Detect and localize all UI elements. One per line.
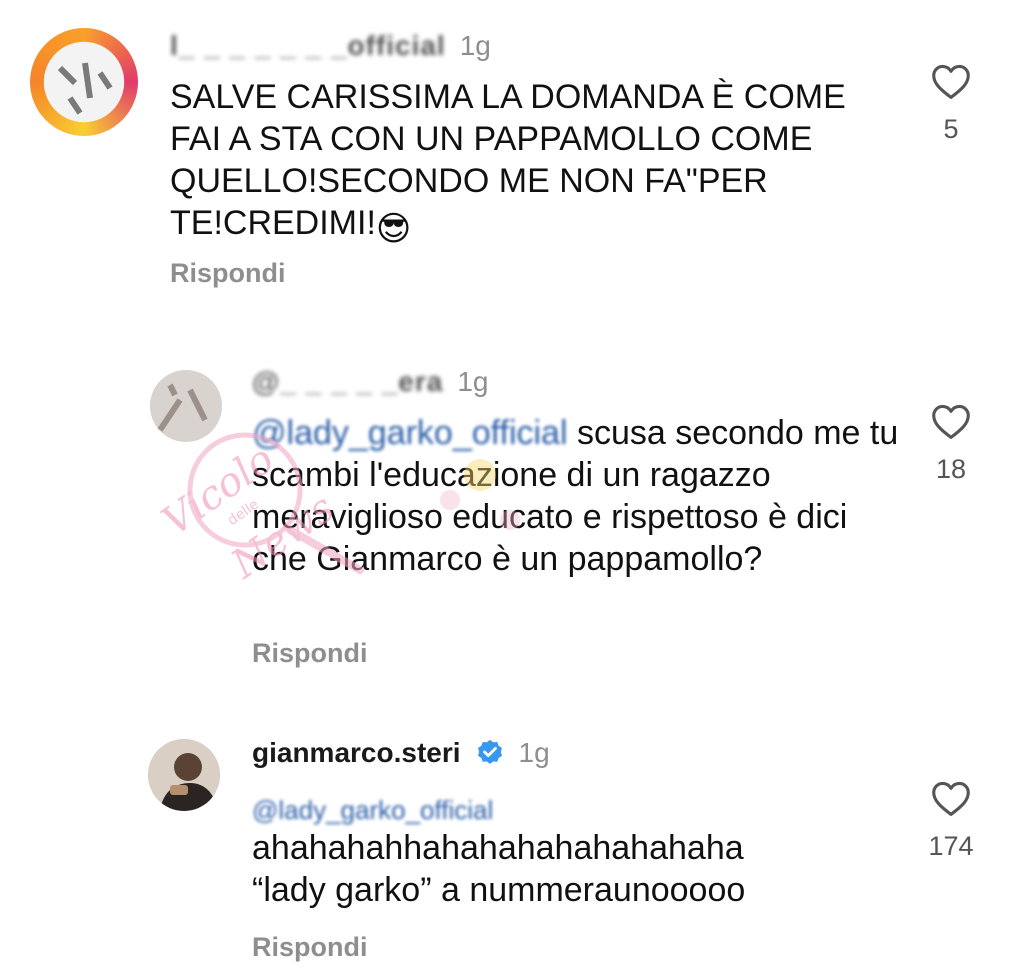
username[interactable]: l_ _ _ _ _ _ _official: [170, 30, 446, 62]
comment-text-line-1: ahahahahhahahahahahahahaha: [252, 829, 744, 867]
mention-link[interactable]: @lady_garko_official: [252, 414, 568, 452]
reply-button[interactable]: Rispondi: [252, 932, 368, 963]
sunglasses-emoji-icon: 😎: [375, 210, 412, 248]
comment-text: @lady_garko_official scusa secondo me tu…: [252, 412, 902, 580]
avatar[interactable]: [30, 28, 138, 136]
heart-outline-icon: [932, 781, 970, 816]
avatar-image: [44, 42, 124, 122]
comment-2: @_ _ _ _ _era 1g @lady_garko_official sc…: [0, 340, 1024, 690]
timestamp: 1g: [459, 30, 491, 61]
like-button[interactable]: 5: [921, 62, 981, 145]
comment-header: gianmarco.steri 1g: [252, 737, 550, 769]
avatar[interactable]: [150, 370, 222, 442]
heart-outline-icon: [932, 404, 970, 439]
heart-outline-icon: [932, 64, 970, 99]
comment-text: SALVE CARISSIMA LA DOMANDA È COME FAI A …: [170, 76, 890, 250]
avatar-image: [148, 739, 220, 811]
username[interactable]: gianmarco.steri: [252, 737, 461, 769]
comment-text-line-2: “lady garko” a nummeraunooooo: [252, 871, 746, 909]
like-count: 18: [935, 454, 967, 484]
like-button[interactable]: 174: [921, 779, 981, 862]
like-button[interactable]: 18: [921, 402, 981, 485]
comment-text-content: SALVE CARISSIMA LA DOMANDA È COME FAI A …: [170, 78, 846, 242]
reply-button[interactable]: Rispondi: [252, 638, 368, 669]
verified-badge-icon: [475, 738, 505, 768]
avatar[interactable]: [148, 739, 220, 811]
reply-button[interactable]: Rispondi: [170, 258, 286, 289]
comment-1: l_ _ _ _ _ _ _official 1g SALVE CARISSIM…: [0, 0, 1024, 320]
like-count: 174: [928, 831, 974, 861]
timestamp: 1g: [457, 366, 489, 397]
mention-link[interactable]: @lady_garko_official: [252, 793, 902, 827]
comment-text: @lady_garko_official ahahahahhahahahahah…: [252, 793, 902, 911]
username[interactable]: @_ _ _ _ _era: [252, 366, 443, 398]
avatar-image: [150, 370, 222, 442]
comment-header: l_ _ _ _ _ _ _official 1g: [170, 30, 491, 62]
timestamp: 1g: [518, 737, 550, 768]
comment-header: @_ _ _ _ _era 1g: [252, 366, 488, 398]
comment-3: gianmarco.steri 1g @lady_garko_official …: [0, 715, 1024, 975]
like-count: 5: [943, 114, 959, 144]
